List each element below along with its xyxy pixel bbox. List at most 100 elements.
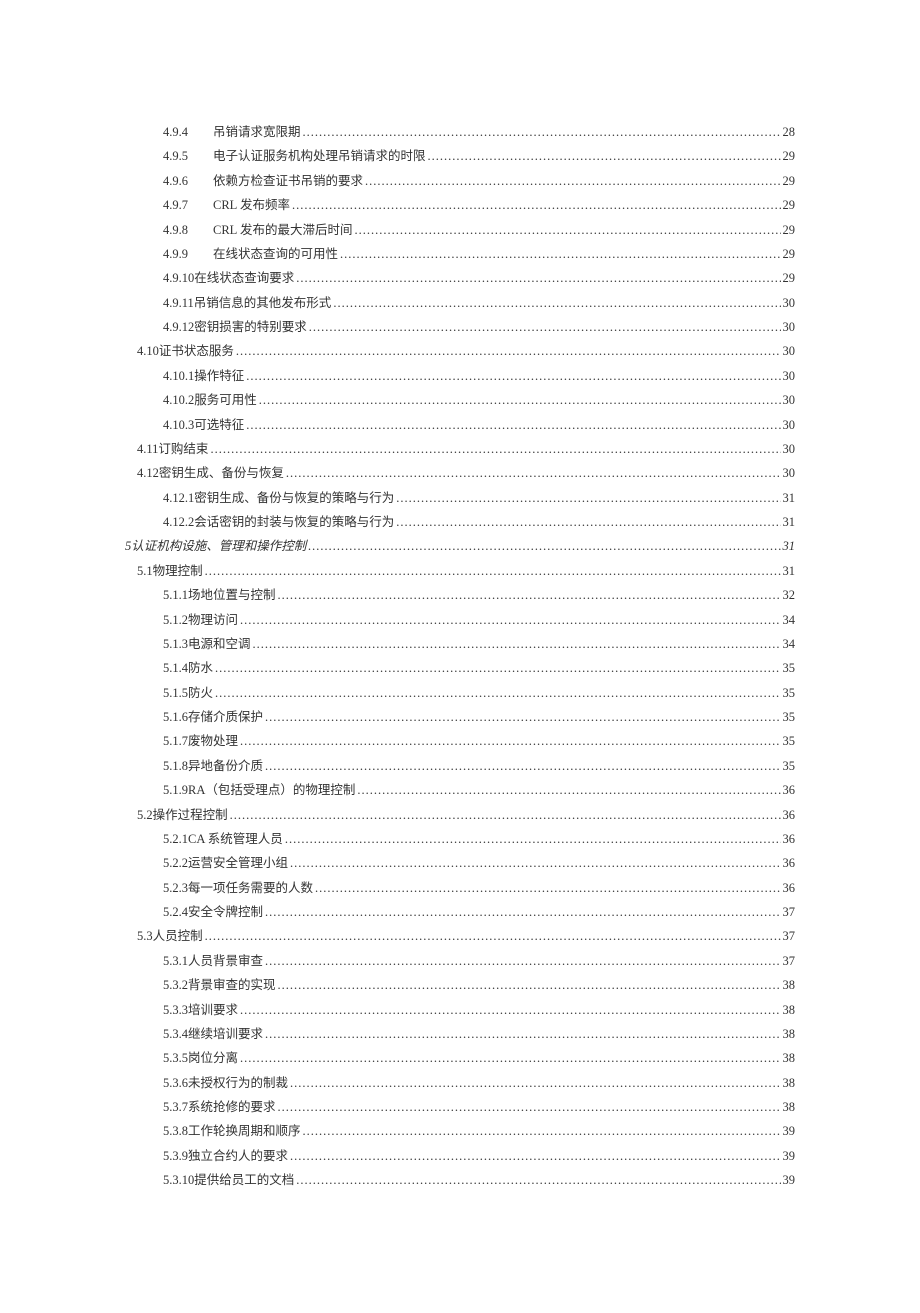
toc-entry-number: 5.1.3 — [163, 632, 188, 656]
toc-entry: 5.1.5 防火35 — [125, 681, 795, 705]
toc-entry-number: 4.9.8 — [163, 218, 213, 242]
toc-leader-dots — [357, 778, 780, 802]
toc-entry-page: 39 — [783, 1168, 796, 1192]
toc-leader-dots — [215, 656, 780, 680]
toc-entry: 4.9.9在线状态查询的可用性29 — [125, 242, 795, 266]
toc-entry-number: 5.3.9 — [163, 1144, 188, 1168]
toc-leader-dots — [296, 266, 780, 290]
toc-entry-title: 运营安全管理小组 — [188, 851, 288, 875]
toc-entry: 5.3.7 系统抢修的要求38 — [125, 1095, 795, 1119]
toc-entry-number: 5.3.6 — [163, 1071, 188, 1095]
toc-leader-dots — [240, 729, 780, 753]
toc-entry-page: 30 — [783, 413, 796, 437]
toc-entry-page: 37 — [783, 924, 796, 948]
toc-leader-dots — [230, 803, 781, 827]
toc-entry-number: 4.9.4 — [163, 120, 213, 144]
toc-entry-page: 30 — [783, 388, 796, 412]
toc-leader-dots — [240, 998, 780, 1022]
toc-entry-page: 36 — [783, 876, 796, 900]
toc-entry-page: 29 — [783, 266, 796, 290]
toc-entry-page: 29 — [783, 218, 796, 242]
toc-entry: 4.9.12 密钥损害的特别要求30 — [125, 315, 795, 339]
toc-leader-dots — [286, 461, 781, 485]
toc-entry-number: 4.12.1 — [163, 486, 194, 510]
toc-entry-page: 37 — [783, 900, 796, 924]
toc-entry-title: 存储介质保护 — [188, 705, 263, 729]
toc-entry-title: 工作轮换周期和顺序 — [188, 1119, 301, 1143]
toc-entry-page: 29 — [783, 169, 796, 193]
toc-entry-number: 5.2.3 — [163, 876, 188, 900]
toc-entry-title: 密钥损害的特别要求 — [194, 315, 307, 339]
toc-entry-title: 吊销请求宽限期 — [213, 120, 301, 144]
toc-entry-page: 38 — [783, 973, 796, 997]
toc-entry-title: 未授权行为的制裁 — [188, 1071, 288, 1095]
toc-entry-page: 38 — [783, 998, 796, 1022]
toc-leader-dots — [240, 1046, 780, 1070]
toc-entry: 5.2.2 运营安全管理小组36 — [125, 851, 795, 875]
toc-entry: 5.1.6 存储介质保护35 — [125, 705, 795, 729]
toc-entry: 5.1.1 场地位置与控制32 — [125, 583, 795, 607]
toc-leader-dots — [290, 1144, 780, 1168]
toc-entry-title: 可选特征 — [194, 413, 244, 437]
toc-entry: 5.3.9 独立合约人的要求39 — [125, 1144, 795, 1168]
toc-entry-page: 38 — [783, 1046, 796, 1070]
toc-entry-title: 每一项任务需要的人数 — [188, 876, 313, 900]
toc-entry-title: 依赖方检查证书吊销的要求 — [213, 169, 363, 193]
toc-entry-number: 5.2.1 — [163, 827, 188, 851]
toc-entry-title: 安全令牌控制 — [188, 900, 263, 924]
toc-entry-number: 5.1.8 — [163, 754, 188, 778]
toc-leader-dots — [265, 754, 780, 778]
toc-entry-title: 证书状态服务 — [159, 339, 234, 363]
toc-entry-number: 5.1.6 — [163, 705, 188, 729]
toc-leader-dots — [278, 1095, 781, 1119]
toc-entry: 5.3.3 培训要求38 — [125, 998, 795, 1022]
toc-entry-number: 5.1.7 — [163, 729, 188, 753]
toc-leader-dots — [205, 924, 781, 948]
toc-entry-number: 5.3.1 — [163, 949, 188, 973]
toc-entry-page: 31 — [783, 510, 796, 534]
toc-entry-number: 4.10.1 — [163, 364, 194, 388]
toc-entry-title: 场地位置与控制 — [188, 583, 276, 607]
toc-entry-number: 5.3.2 — [163, 973, 188, 997]
toc-entry: 4.9.6依赖方检查证书吊销的要求29 — [125, 169, 795, 193]
toc-entry: 5.1.2 物理访问34 — [125, 608, 795, 632]
toc-entry-title: 岗位分离 — [188, 1046, 238, 1070]
toc-leader-dots — [246, 413, 780, 437]
toc-entry-number: 4.9.10 — [163, 266, 194, 290]
toc-entry: 4.9.10 在线状态查询要求 29 — [125, 266, 795, 290]
toc-entry-title: 废物处理 — [188, 729, 238, 753]
toc-entry-number: 4.9.5 — [163, 144, 213, 168]
toc-entry-title: 在线状态查询的可用性 — [213, 242, 338, 266]
toc-entry: 4.10 证书状态服务 30 — [125, 339, 795, 363]
toc-leader-dots — [354, 218, 780, 242]
toc-entry-title: 在线状态查询要求 — [194, 266, 294, 290]
toc-entry-page: 29 — [783, 193, 796, 217]
toc-leader-dots — [303, 1119, 781, 1143]
toc-leader-dots — [265, 1022, 780, 1046]
toc-entry-number: 4.9.7 — [163, 193, 213, 217]
toc-entry-page: 34 — [783, 608, 796, 632]
toc-entry: 5.2.3 每一项任务需要的人数 36 — [125, 876, 795, 900]
toc-entry-page: 35 — [783, 656, 796, 680]
toc-entry: 4.12 密钥生成、备份与恢复 30 — [125, 461, 795, 485]
toc-entry-title: 会话密钥的封装与恢复的策略与行为 — [194, 510, 394, 534]
toc-entry-number: 5.1.4 — [163, 656, 188, 680]
toc-leader-dots — [292, 193, 781, 217]
toc-entry-page: 38 — [783, 1071, 796, 1095]
toc-entry: 5.2.4 安全令牌控制37 — [125, 900, 795, 924]
toc-entry-number: 5.3 — [137, 924, 153, 948]
toc-entry: 5.2.1 CA 系统管理人员 36 — [125, 827, 795, 851]
toc-entry-title: 系统抢修的要求 — [188, 1095, 276, 1119]
toc-entry-title: RA（包括受理点）的物理控制 — [188, 778, 355, 802]
toc-entry-title: 防火 — [188, 681, 213, 705]
toc-entry: 5.3.6 未授权行为的制裁 38 — [125, 1071, 795, 1095]
toc-leader-dots — [290, 1071, 780, 1095]
toc-entry: 4.10.1 操作特征30 — [125, 364, 795, 388]
toc-entry: 4.9.4吊销请求宽限期 28 — [125, 120, 795, 144]
toc-entry: 5.3.2 背景审查的实现38 — [125, 973, 795, 997]
toc-entry: 4.11 订购结束 30 — [125, 437, 795, 461]
toc-entry-page: 28 — [783, 120, 796, 144]
toc-entry-title: 密钥生成、备份与恢复 — [159, 461, 284, 485]
toc-entry-page: 35 — [783, 681, 796, 705]
toc-entry-number: 4.12.2 — [163, 510, 194, 534]
